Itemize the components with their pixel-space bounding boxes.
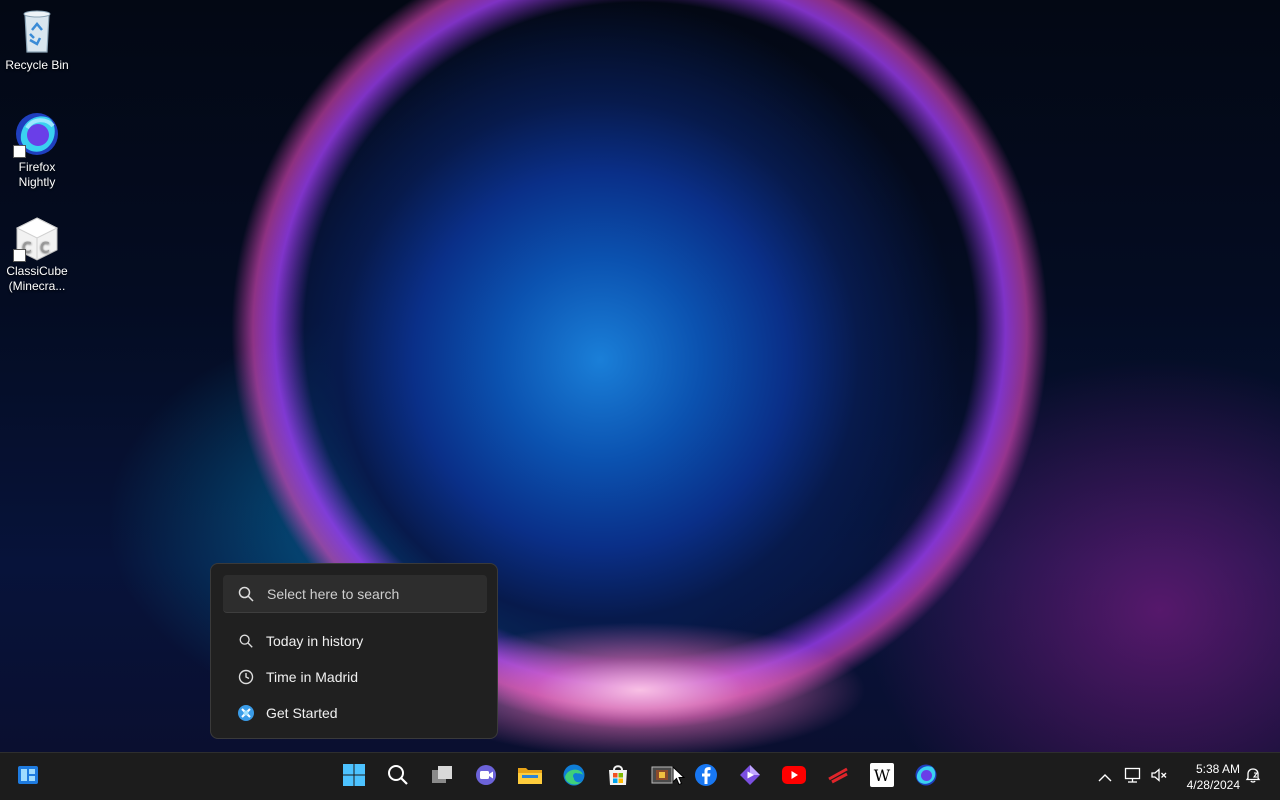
flyout-item-label: Time in Madrid [266, 669, 359, 685]
firefox-nightly-icon [914, 763, 938, 791]
microsoft-store-button[interactable] [600, 759, 636, 795]
youtube-icon [781, 765, 807, 789]
svg-text:C: C [40, 240, 50, 256]
start-button[interactable] [336, 759, 372, 795]
youtube-button[interactable] [776, 759, 812, 795]
desktop-icon-label: Firefox Nightly [18, 160, 56, 189]
desktop-icon-label: Recycle Bin [5, 58, 69, 72]
search-box[interactable] [223, 575, 487, 613]
file-explorer-button[interactable] [512, 759, 548, 795]
app-icon [650, 763, 674, 791]
clock-icon [237, 668, 255, 686]
recycle-bin-icon [13, 8, 61, 56]
task-view-button[interactable] [424, 759, 460, 795]
show-hidden-icons-button[interactable] [1094, 753, 1116, 801]
app-red-icon [826, 763, 850, 791]
search-icon [237, 632, 255, 650]
classicube-icon: C C [13, 214, 61, 262]
volume-muted-icon [1150, 767, 1168, 787]
volume-button[interactable] [1148, 753, 1170, 801]
clipchamp-icon [738, 763, 762, 791]
desktop-icon-recycle-bin[interactable]: Recycle Bin [0, 8, 74, 73]
get-started-icon [237, 704, 255, 722]
clock-time: 5:38 AM [1195, 762, 1240, 776]
edge-icon [562, 763, 586, 791]
widgets-button[interactable] [10, 759, 46, 795]
chevron-up-icon [1098, 768, 1112, 787]
widgets-icon [16, 763, 40, 791]
firefox-nightly-button[interactable] [908, 759, 944, 795]
taskbar-search-button[interactable] [380, 759, 416, 795]
notification-icon [1245, 767, 1261, 787]
notification-button[interactable] [1242, 753, 1264, 801]
network-button[interactable] [1122, 753, 1144, 801]
flyout-item-label: Today in history [266, 633, 364, 649]
wikipedia-icon: W [869, 762, 895, 792]
facebook-button[interactable] [688, 759, 724, 795]
task-view-icon [430, 763, 454, 791]
flyout-item-today-in-history[interactable]: Today in history [225, 625, 485, 657]
desktop-icon-classicube[interactable]: C C ClassiCube (Minecra... [0, 214, 74, 294]
shortcut-arrow-icon [13, 145, 26, 158]
edge-button[interactable] [556, 759, 592, 795]
desktop-icon-label: ClassiCube (Minecra... [6, 264, 68, 293]
taskbar: W 5:38 AM 4/28/2024 [0, 752, 1280, 800]
wikipedia-button[interactable]: W [864, 759, 900, 795]
desktop-icon-firefox-nightly[interactable]: Firefox Nightly [0, 110, 74, 190]
network-icon [1124, 767, 1142, 787]
search-icon [386, 763, 410, 791]
microsoft-store-icon [606, 763, 630, 791]
app-red-button[interactable] [820, 759, 856, 795]
clock[interactable]: 5:38 AM 4/28/2024 [1178, 761, 1240, 793]
file-explorer-icon [517, 763, 543, 791]
flyout-item-label: Get Started [266, 705, 338, 721]
search-icon [237, 585, 255, 603]
svg-text:W: W [874, 766, 891, 785]
teams-chat-icon [474, 763, 498, 791]
facebook-icon [694, 763, 718, 791]
desktop-wallpaper: Recycle Bin Firefox Nightly C C ClassiCu… [0, 0, 1280, 752]
flyout-item-time-in-madrid[interactable]: Time in Madrid [225, 661, 485, 693]
search-flyout: Today in history Time in Madrid Get Star… [210, 563, 498, 739]
firefox-nightly-icon [13, 110, 61, 158]
shortcut-arrow-icon [13, 249, 26, 262]
start-icon [342, 763, 366, 791]
teams-chat-button[interactable] [468, 759, 504, 795]
flyout-item-get-started[interactable]: Get Started [225, 697, 485, 729]
search-input[interactable] [265, 584, 479, 603]
clock-date: 4/28/2024 [1186, 778, 1240, 792]
clipchamp-button[interactable] [732, 759, 768, 795]
mouse-cursor-icon [672, 765, 686, 790]
